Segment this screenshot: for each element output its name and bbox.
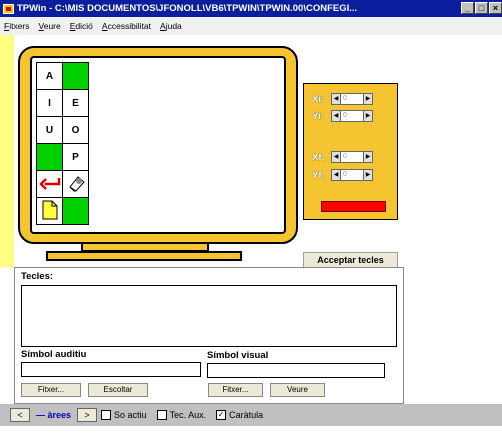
monitor-base	[46, 251, 242, 261]
empty-key[interactable]	[63, 198, 89, 225]
xf-value[interactable]: 0	[341, 151, 363, 163]
simbol-visual-label: Símbol visual	[207, 350, 269, 361]
yi-label: Yi:	[312, 110, 324, 122]
empty-key[interactable]	[63, 63, 89, 90]
back-arrow-key[interactable]	[37, 171, 63, 198]
visual-fitxer-button[interactable]: Fitxer...	[208, 383, 263, 397]
xi-value[interactable]: 0	[341, 93, 363, 105]
yi-spinner[interactable]: ◀ 0 ▶	[331, 110, 373, 122]
bottom-toolbar: < — àrees > So actiu Tec. Aux. ✓ Caràtul…	[0, 404, 502, 426]
yf-value[interactable]: 0	[341, 169, 363, 181]
menu-label: eure	[43, 21, 61, 31]
document-icon	[42, 200, 58, 223]
spin-left-icon[interactable]: ◀	[331, 93, 341, 105]
xi-row: Xi: ◀ 0 ▶	[312, 93, 373, 105]
simbol-visual-field[interactable]	[207, 363, 385, 378]
status-strip	[0, 426, 502, 437]
app-icon	[3, 3, 14, 14]
escoltar-button[interactable]: Escoltar	[88, 383, 148, 397]
title-bar: TPWin - C:\MIS DOCUMENTOS\JFONOLL\VB6\TP…	[0, 0, 502, 17]
yf-label: Yf:	[312, 169, 325, 181]
minimize-button[interactable]: _	[461, 2, 474, 14]
yf-row: Yf: ◀ 0 ▶	[312, 169, 373, 181]
veure-button[interactable]: Veure	[270, 383, 325, 397]
eraser-icon	[66, 173, 86, 196]
eraser-key[interactable]	[63, 171, 89, 198]
coordinates-panel: Xi: ◀ 0 ▶ Yi: ◀ 0 ▶ Xf: ◀ 0 ▶ Yf: ◀ 0 ▶	[303, 83, 398, 220]
xf-spinner[interactable]: ◀ 0 ▶	[331, 151, 373, 163]
key-i[interactable]: I	[37, 90, 63, 117]
so-actiu-label: So actiu	[114, 410, 147, 420]
simbol-auditiu-label: Símbol auditiu	[21, 349, 87, 360]
menu-label: ccessibilitat	[107, 21, 152, 31]
spin-right-icon[interactable]: ▶	[363, 151, 373, 163]
xf-row: Xf: ◀ 0 ▶	[312, 151, 373, 163]
spin-left-icon[interactable]: ◀	[331, 169, 341, 181]
caratula-box[interactable]: ✓	[216, 410, 227, 420]
menu-fitxers[interactable]: Fitxers	[4, 21, 30, 31]
window-title: TPWin - C:\MIS DOCUMENTOS\JFONOLL\VB6\TP…	[17, 3, 358, 14]
maximize-button[interactable]: □	[475, 2, 488, 14]
menu-accessibilitat[interactable]: Accessibilitat	[102, 21, 151, 31]
empty-key[interactable]	[37, 144, 63, 171]
key-o[interactable]: O	[63, 117, 89, 144]
auditiu-fitxer-button[interactable]: Fitxer...	[21, 383, 81, 397]
simbol-auditiu-field[interactable]	[21, 362, 201, 377]
spin-right-icon[interactable]: ▶	[363, 93, 373, 105]
close-button[interactable]: ×	[489, 2, 502, 14]
tec-aux-label: Tec. Aux.	[169, 410, 207, 420]
monitor-screen[interactable]: AIEUOP	[30, 56, 286, 234]
spin-left-icon[interactable]: ◀	[331, 151, 341, 163]
yf-spinner[interactable]: ◀ 0 ▶	[331, 169, 373, 181]
menu-ajuda[interactable]: Ajuda	[160, 21, 182, 31]
key-e[interactable]: E	[63, 90, 89, 117]
side-strip	[0, 35, 14, 267]
menu-label: itxers	[9, 21, 30, 31]
next-area-button[interactable]: >	[77, 408, 98, 422]
key-p[interactable]: P	[63, 144, 89, 171]
so-actiu-checkbox[interactable]: So actiu	[101, 410, 147, 420]
window-controls: _ □ ×	[461, 2, 502, 14]
xi-spinner[interactable]: ◀ 0 ▶	[331, 93, 373, 105]
color-swatch[interactable]	[321, 201, 386, 212]
menu-label: juda	[165, 21, 182, 31]
menu-veure[interactable]: Veure	[39, 21, 61, 31]
menu-label: dició	[75, 21, 93, 31]
tec-aux-checkbox[interactable]: Tec. Aux.	[156, 410, 207, 420]
prev-area-button[interactable]: <	[10, 408, 30, 422]
yi-row: Yi: ◀ 0 ▶	[312, 110, 373, 122]
menu-edicio[interactable]: Edició	[70, 21, 93, 31]
tecles-textarea[interactable]	[21, 285, 397, 347]
yi-value[interactable]: 0	[341, 110, 363, 122]
key-a[interactable]: A	[37, 63, 63, 90]
keyboard-grid: AIEUOP	[36, 62, 89, 225]
so-actiu-box[interactable]	[101, 410, 112, 420]
tab-acceptar-tecles[interactable]: Acceptar tecles	[303, 252, 398, 268]
xi-label: Xi:	[312, 93, 325, 105]
spin-right-icon[interactable]: ▶	[363, 110, 373, 122]
tecles-label: Tecles:	[21, 271, 54, 282]
back-arrow-icon	[38, 176, 61, 193]
key-properties-panel: Tecles: Símbol auditiu Fitxer... Escolta…	[14, 267, 404, 404]
key-u[interactable]: U	[37, 117, 63, 144]
caratula-label: Caràtula	[229, 410, 264, 420]
monitor-frame: AIEUOP	[18, 46, 298, 244]
spin-right-icon[interactable]: ▶	[363, 169, 373, 181]
xf-label: Xf:	[312, 151, 325, 163]
document-key[interactable]	[37, 198, 63, 225]
menu-bar: Fitxers Veure Edició Accessibilitat Ajud…	[0, 17, 502, 35]
tec-aux-box[interactable]	[156, 410, 167, 420]
areas-label: — àrees	[36, 410, 72, 420]
spin-left-icon[interactable]: ◀	[331, 110, 341, 122]
caratula-checkbox[interactable]: ✓ Caràtula	[216, 410, 263, 420]
